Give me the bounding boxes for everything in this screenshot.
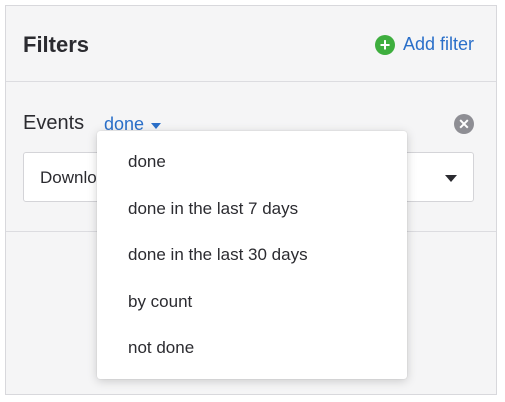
panel-title: Filters bbox=[23, 32, 90, 57]
select-caret-icon bbox=[445, 175, 457, 182]
close-circle-icon[interactable]: ✕ bbox=[454, 114, 474, 134]
plus-circle-icon: + bbox=[374, 34, 395, 55]
events-label: Events bbox=[23, 112, 85, 134]
event-mode-menu: done done in the last 7 days done in the… bbox=[97, 131, 407, 379]
chevron-down-icon bbox=[151, 122, 162, 129]
menu-item[interactable]: done bbox=[97, 139, 407, 186]
menu-item[interactable]: done in the last 30 days bbox=[97, 232, 407, 279]
filters-header: Filters + Add filter bbox=[6, 6, 496, 82]
menu-item[interactable]: done in the last 7 days bbox=[97, 186, 407, 233]
menu-item[interactable]: by count bbox=[97, 279, 407, 326]
menu-item[interactable]: not done bbox=[97, 325, 407, 372]
add-filter-button[interactable]: + Add filter bbox=[374, 34, 474, 55]
add-filter-label: Add filter bbox=[402, 34, 474, 54]
